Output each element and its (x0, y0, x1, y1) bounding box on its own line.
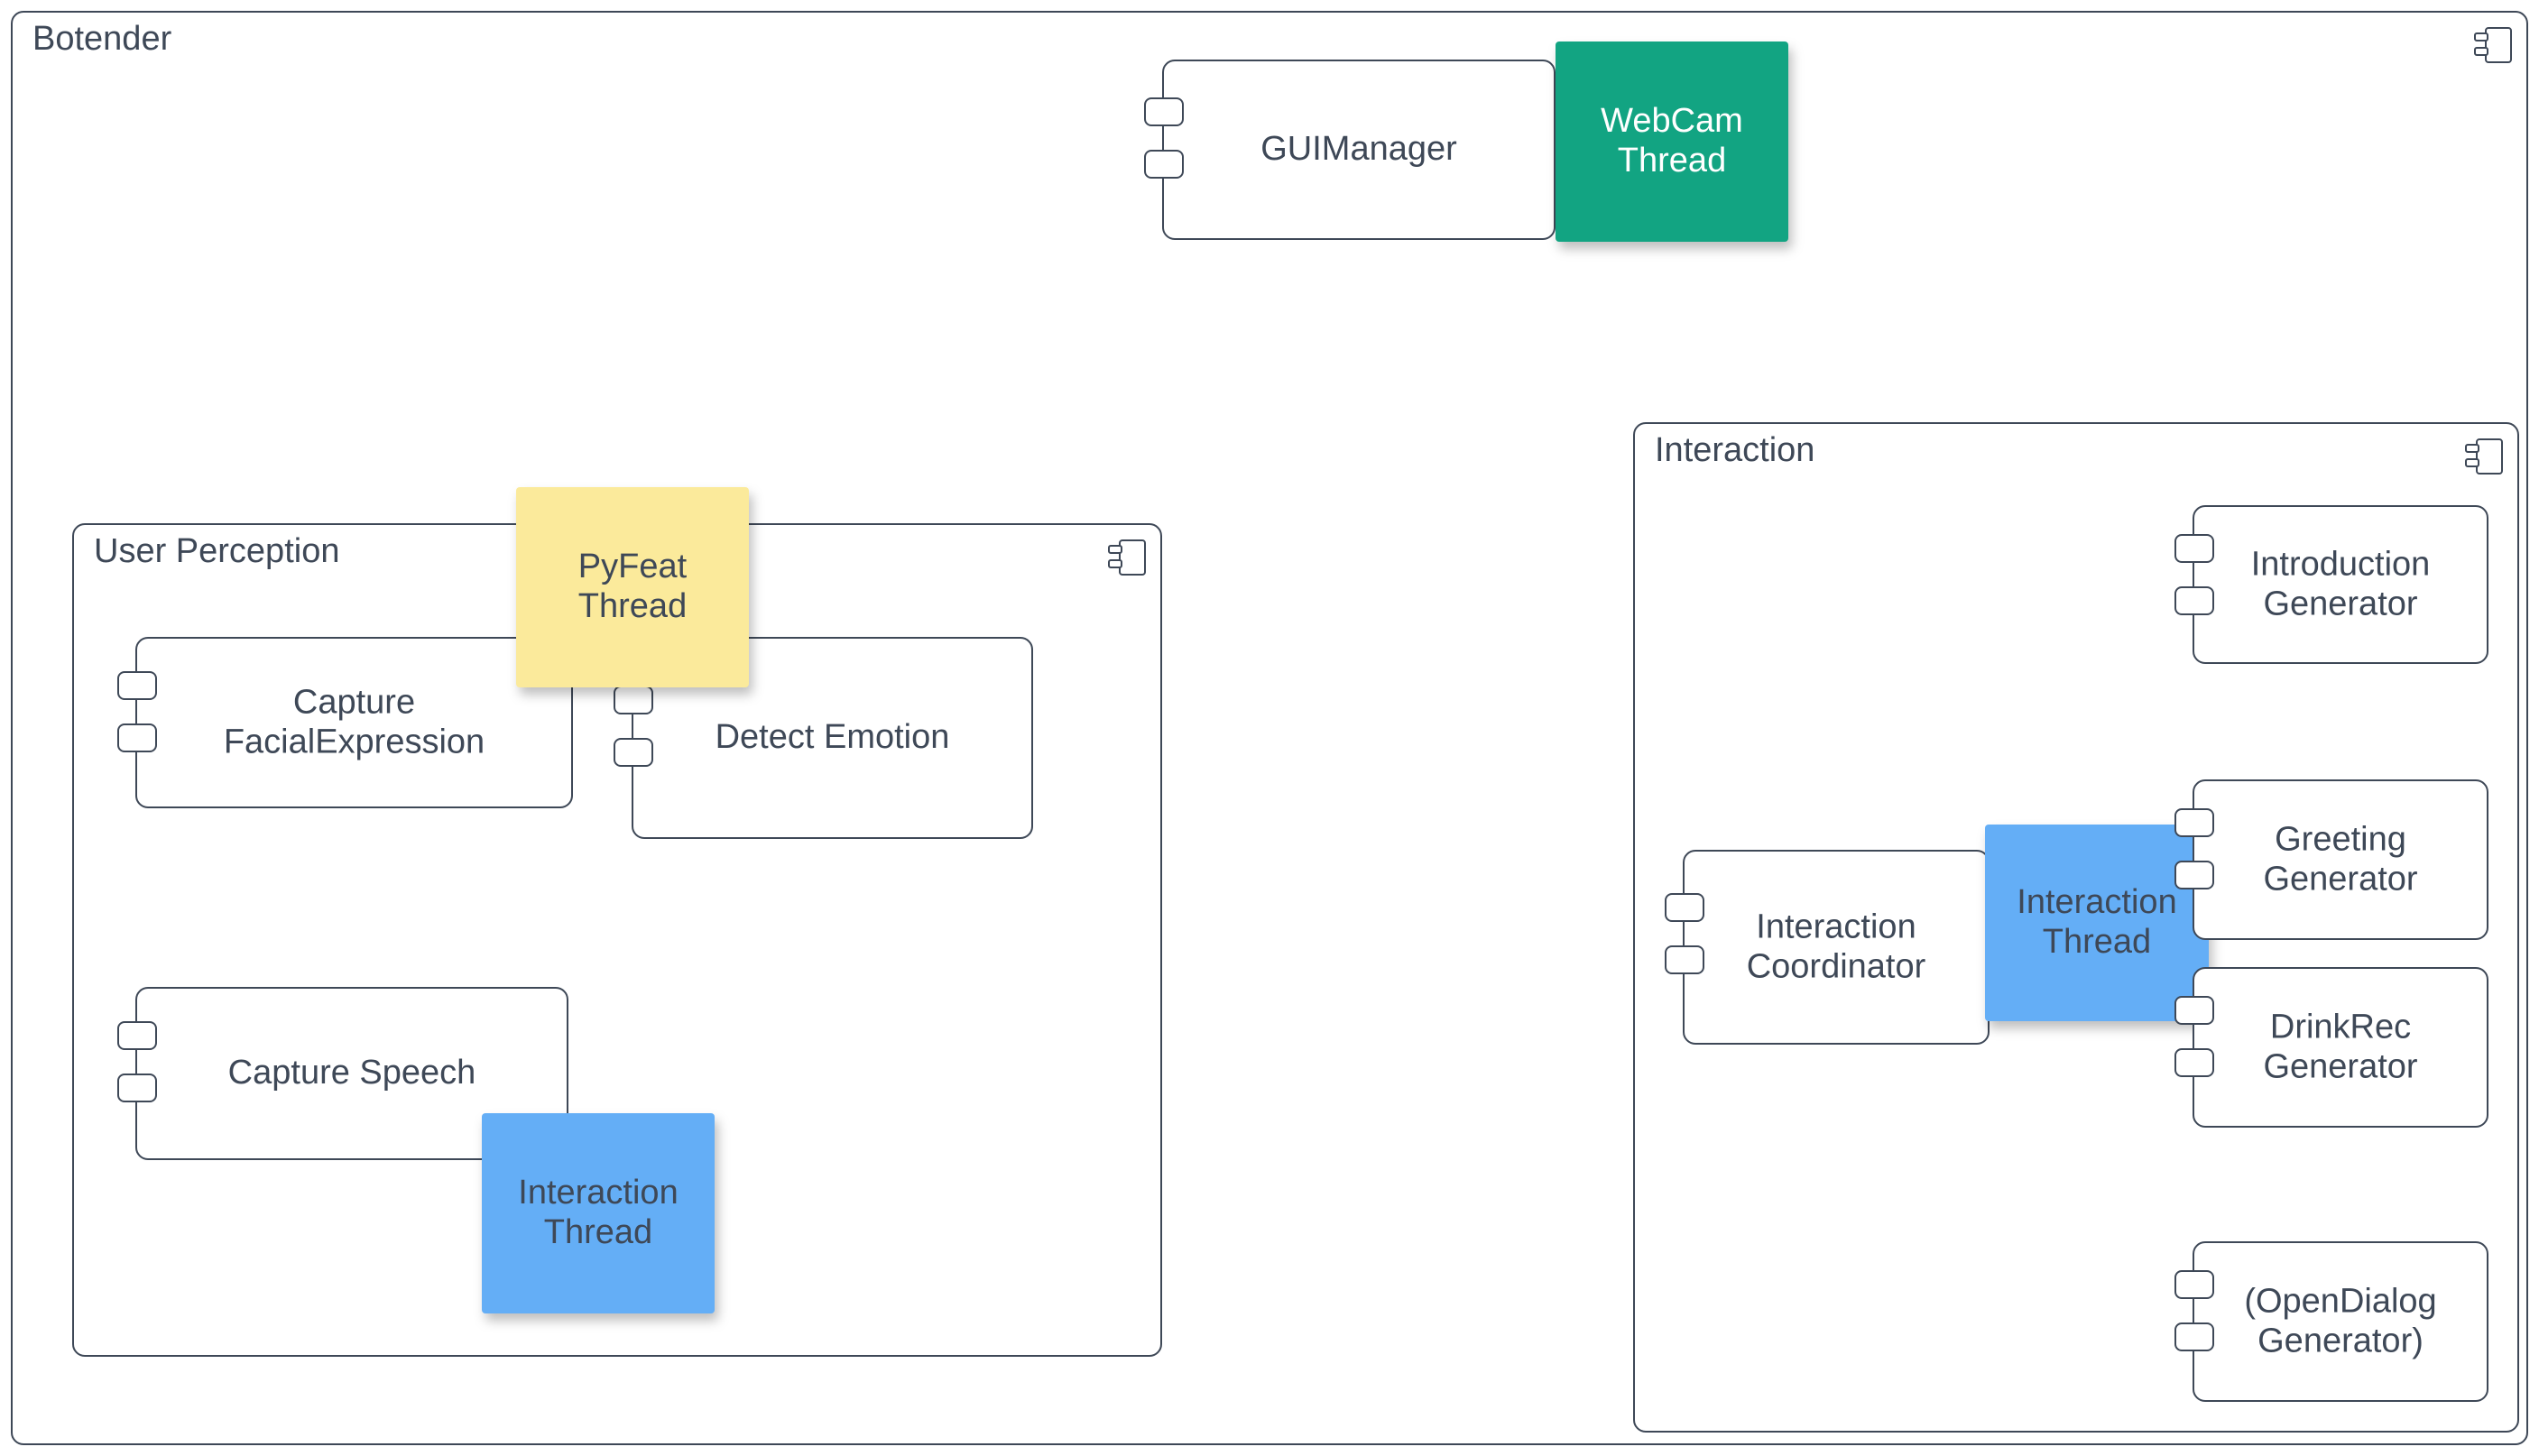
intro-gen-label: IntroductionGenerator (2251, 545, 2431, 623)
user-perception-title: User Perception (94, 532, 339, 571)
interaction-coordinator-label: InteractionCoordinator (1747, 908, 1926, 986)
drink-gen-label: DrinkRecGenerator (2263, 1008, 2417, 1086)
interaction-title: Interaction (1655, 431, 1814, 470)
opendlg-gen-label: (OpenDialogGenerator) (2244, 1282, 2436, 1360)
component-icon (2476, 27, 2512, 63)
component-opendialog-generator: (OpenDialogGenerator) (2193, 1241, 2488, 1402)
component-drinkrec-generator: DrinkRecGenerator (2193, 967, 2488, 1128)
component-interaction-coordinator: InteractionCoordinator (1683, 850, 1990, 1045)
cfe-label: CaptureFacialExpression (224, 683, 485, 761)
note-webcam-thread: WebCamThread (1556, 41, 1788, 242)
greet-gen-label: GreetingGenerator (2263, 820, 2417, 898)
component-gui-manager: GUIManager (1162, 60, 1556, 240)
note-text: InteractionThread (2017, 883, 2176, 962)
note-text: InteractionThread (518, 1174, 678, 1252)
note-text: WebCamThread (1601, 102, 1743, 180)
component-capture-facial-expression: CaptureFacialExpression (135, 637, 573, 808)
gui-manager-label: GUIManager (1260, 130, 1457, 170)
note-pyfeat-thread: PyFeatThread (516, 487, 749, 687)
note-text: PyFeatThread (578, 548, 687, 626)
component-icon (1110, 539, 1146, 576)
capture-speech-label: Capture Speech (228, 1054, 476, 1093)
uml-canvas: Botender GUIManager WebCamThread User Pe… (0, 0, 2539, 1456)
package-title: Botender (32, 20, 171, 59)
component-icon (2467, 438, 2503, 475)
component-greeting-generator: GreetingGenerator (2193, 779, 2488, 940)
component-introduction-generator: IntroductionGenerator (2193, 505, 2488, 664)
detect-emotion-label: Detect Emotion (716, 718, 950, 758)
note-interaction-thread-left: InteractionThread (482, 1113, 715, 1313)
